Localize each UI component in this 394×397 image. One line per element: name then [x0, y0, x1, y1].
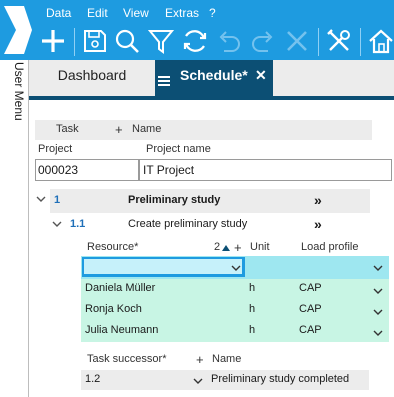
toolbar-separator [360, 28, 361, 56]
successor-row[interactable]: 1.2 Preliminary study completed [81, 370, 369, 390]
resource-unit: h [249, 303, 256, 315]
delete-icon [282, 26, 312, 56]
name-column-label: Name [132, 123, 162, 135]
resource-column-label: Resource* [87, 241, 139, 253]
sort-order-label: 2 [214, 241, 221, 253]
task-successor-label: Task successor* [87, 353, 167, 365]
toolbar-separator [74, 28, 75, 56]
resource-row[interactable]: Ronja Koch h CAP [81, 300, 389, 321]
menu-view[interactable]: View [123, 6, 149, 20]
search-icon[interactable] [112, 26, 142, 56]
resource-load-profile: CAP [299, 282, 322, 294]
resource-unit: h [249, 324, 256, 336]
expand-details-button[interactable]: » [314, 216, 322, 232]
resource-load-profile: CAP [299, 303, 322, 315]
toolbar-separator [318, 28, 319, 56]
chevron-down-icon[interactable] [52, 218, 62, 228]
add-resource-button[interactable]: + [234, 240, 242, 255]
chevron-down-icon[interactable] [373, 306, 383, 316]
project-name-value: IT Project [143, 163, 195, 177]
resource-row[interactable]: Daniela Müller h CAP [81, 279, 389, 300]
redo-icon [248, 26, 278, 56]
project-id-field[interactable]: 000023 [35, 159, 139, 181]
tab-content-border [29, 96, 394, 100]
tools-icon[interactable] [324, 26, 354, 56]
resource-name: Ronja Koch [85, 303, 142, 315]
load-profile-column-label: Load profile [301, 241, 359, 253]
task-name: Create preliminary study [128, 218, 248, 230]
tab-schedule-label: Schedule* [180, 67, 248, 83]
add-task-button[interactable]: + [115, 122, 123, 137]
sort-up-icon[interactable] [221, 242, 231, 252]
menu-edit[interactable]: Edit [87, 6, 108, 20]
resource-row[interactable]: Julia Neumann h CAP [81, 321, 389, 342]
chevron-down-icon[interactable] [373, 327, 383, 337]
resource-select-input[interactable] [84, 259, 242, 274]
successor-name-label: Name [212, 353, 242, 365]
resource-name: Daniela Müller [85, 282, 156, 294]
resource-name: Julia Neumann [85, 324, 159, 336]
task-number: 1.1 [70, 218, 86, 230]
save-icon[interactable] [80, 26, 110, 56]
add-successor-button[interactable]: + [196, 352, 204, 367]
chevron-down-icon[interactable] [373, 262, 383, 272]
user-menu-label[interactable]: User Menu [2, 62, 26, 142]
hamburger-icon [157, 68, 171, 86]
tab-dashboard[interactable]: Dashboard [29, 60, 155, 96]
close-tab-icon[interactable]: ✕ [255, 60, 267, 90]
project-name-label: Project name [146, 143, 211, 155]
add-icon[interactable] [38, 26, 68, 56]
successor-value: 1.2 [85, 373, 101, 385]
task-header-row [35, 120, 372, 140]
resource-unit: h [249, 282, 256, 294]
unit-column-label: Unit [250, 241, 270, 253]
chevron-down-icon[interactable] [193, 375, 203, 385]
chevron-down-icon[interactable] [36, 193, 46, 203]
project-name-field[interactable]: IT Project [139, 159, 392, 181]
project-id-value: 000023 [38, 163, 79, 177]
undo-icon [214, 26, 244, 56]
refresh-icon[interactable] [180, 26, 210, 56]
menu-data[interactable]: Data [46, 6, 71, 20]
chevron-down-icon[interactable] [373, 285, 383, 295]
tab-schedule[interactable]: Schedule* ✕ [155, 60, 273, 96]
filter-icon[interactable] [146, 26, 176, 56]
resource-load-profile: CAP [299, 324, 322, 336]
menu-help[interactable]: ? [209, 6, 216, 20]
chevron-down-icon[interactable] [231, 262, 241, 272]
home-icon[interactable] [366, 26, 394, 56]
project-label: Project [38, 143, 73, 155]
successor-name: Preliminary study completed [211, 373, 350, 385]
menu-extras[interactable]: Extras [165, 6, 199, 20]
task-column-label: Task [56, 123, 79, 135]
expand-details-button[interactable]: » [314, 192, 322, 208]
task-number: 1 [54, 194, 61, 206]
task-name: Preliminary study [128, 194, 221, 206]
app-logo [2, 2, 36, 58]
